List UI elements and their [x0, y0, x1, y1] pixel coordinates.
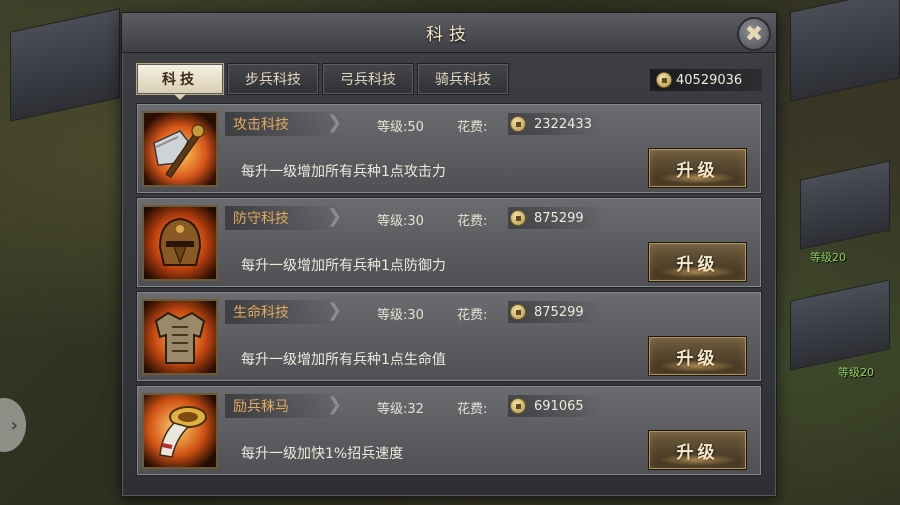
tech-cost-value: 2322433 [534, 116, 592, 132]
tech-list: 攻击科技 ❯ 等级:50 花费: 2322433 每升一级增加所有兵种1点攻击力… [136, 103, 762, 479]
tech-cost: 875299 [508, 301, 604, 323]
tab-infantry-tech[interactable]: 步兵科技 [227, 63, 319, 95]
tech-level: 等级:30 [377, 214, 424, 229]
title-bar: 科技 ✖ [122, 13, 776, 53]
chevron-right-icon: ❯ [327, 112, 343, 133]
tech-level: 等级:50 [377, 120, 424, 135]
tab-archer-tech[interactable]: 弓兵科技 [322, 63, 414, 95]
tech-window: 科技 ✖ 科技 步兵科技 弓兵科技 骑兵科技 40529036 攻击科技 ❯ 等… [121, 12, 777, 497]
tech-cost-value: 875299 [534, 210, 584, 226]
tech-cost: 691065 [508, 395, 604, 417]
coin-icon [656, 72, 672, 88]
coin-icon [510, 398, 526, 414]
building-level-label: 等级20 [838, 366, 874, 379]
tech-level: 等级:32 [377, 402, 424, 417]
upgrade-button[interactable]: 升级 [648, 430, 747, 470]
upgrade-button[interactable]: 升级 [648, 148, 747, 188]
tech-level: 等级:30 [377, 308, 424, 323]
tech-row-attack: 攻击科技 ❯ 等级:50 花费: 2322433 每升一级增加所有兵种1点攻击力… [136, 103, 762, 194]
upgrade-button[interactable]: 升级 [648, 242, 747, 282]
tech-cost-value: 691065 [534, 398, 584, 414]
cost-label: 花费: [457, 214, 488, 229]
tech-description: 每升一级增加所有兵种1点攻击力 [241, 164, 446, 180]
chevron-right-icon: ❯ [327, 300, 343, 321]
tech-cost-value: 875299 [534, 304, 584, 320]
cost-label: 花费: [457, 402, 488, 417]
tab-tech[interactable]: 科技 [136, 63, 224, 100]
helmet-icon [142, 205, 218, 281]
crossed-swords-close-icon: ✖ [744, 21, 764, 47]
coin-icon [510, 116, 526, 132]
tech-name: 生命科技 [225, 300, 341, 324]
tech-tabs: 科技 步兵科技 弓兵科技 骑兵科技 [136, 63, 509, 100]
battle-axe-icon [142, 111, 218, 187]
tech-name: 防守科技 [225, 206, 341, 230]
tech-name: 励兵秣马 [225, 394, 341, 418]
tech-description: 每升一级增加所有兵种1点防御力 [241, 258, 446, 274]
upgrade-button[interactable]: 升级 [648, 336, 747, 376]
tech-cost: 2322433 [508, 113, 604, 135]
chevron-right-icon: › [10, 414, 18, 436]
tech-description: 每升一级增加所有兵种1点生命值 [241, 352, 446, 368]
tech-cost: 875299 [508, 207, 604, 229]
chevron-right-icon: ❯ [327, 394, 343, 415]
gold-balance-value: 40529036 [676, 72, 743, 88]
tech-description: 每升一级加快1%招兵速度 [241, 446, 404, 462]
window-title: 科技 [426, 25, 472, 45]
coin-icon [510, 304, 526, 320]
cost-label: 花费: [457, 308, 488, 323]
tech-row-recruit: 励兵秣马 ❯ 等级:32 花费: 691065 每升一级加快1%招兵速度 升级 [136, 385, 762, 476]
tab-cavalry-tech[interactable]: 骑兵科技 [417, 63, 509, 95]
close-button[interactable]: ✖ [737, 17, 771, 51]
coin-icon [510, 210, 526, 226]
tech-row-life: 生命科技 ❯ 等级:30 花费: 875299 每升一级增加所有兵种1点生命值 … [136, 291, 762, 382]
chevron-right-icon: ❯ [327, 206, 343, 227]
armor-icon [142, 299, 218, 375]
building-level-label: 等级20 [810, 251, 846, 264]
tech-row-defense: 防守科技 ❯ 等级:30 花费: 875299 每升一级增加所有兵种1点防御力 … [136, 197, 762, 288]
tech-name: 攻击科技 [225, 112, 341, 136]
gold-balance: 40529036 [650, 69, 762, 91]
war-horn-icon [142, 393, 218, 469]
cost-label: 花费: [457, 120, 488, 135]
